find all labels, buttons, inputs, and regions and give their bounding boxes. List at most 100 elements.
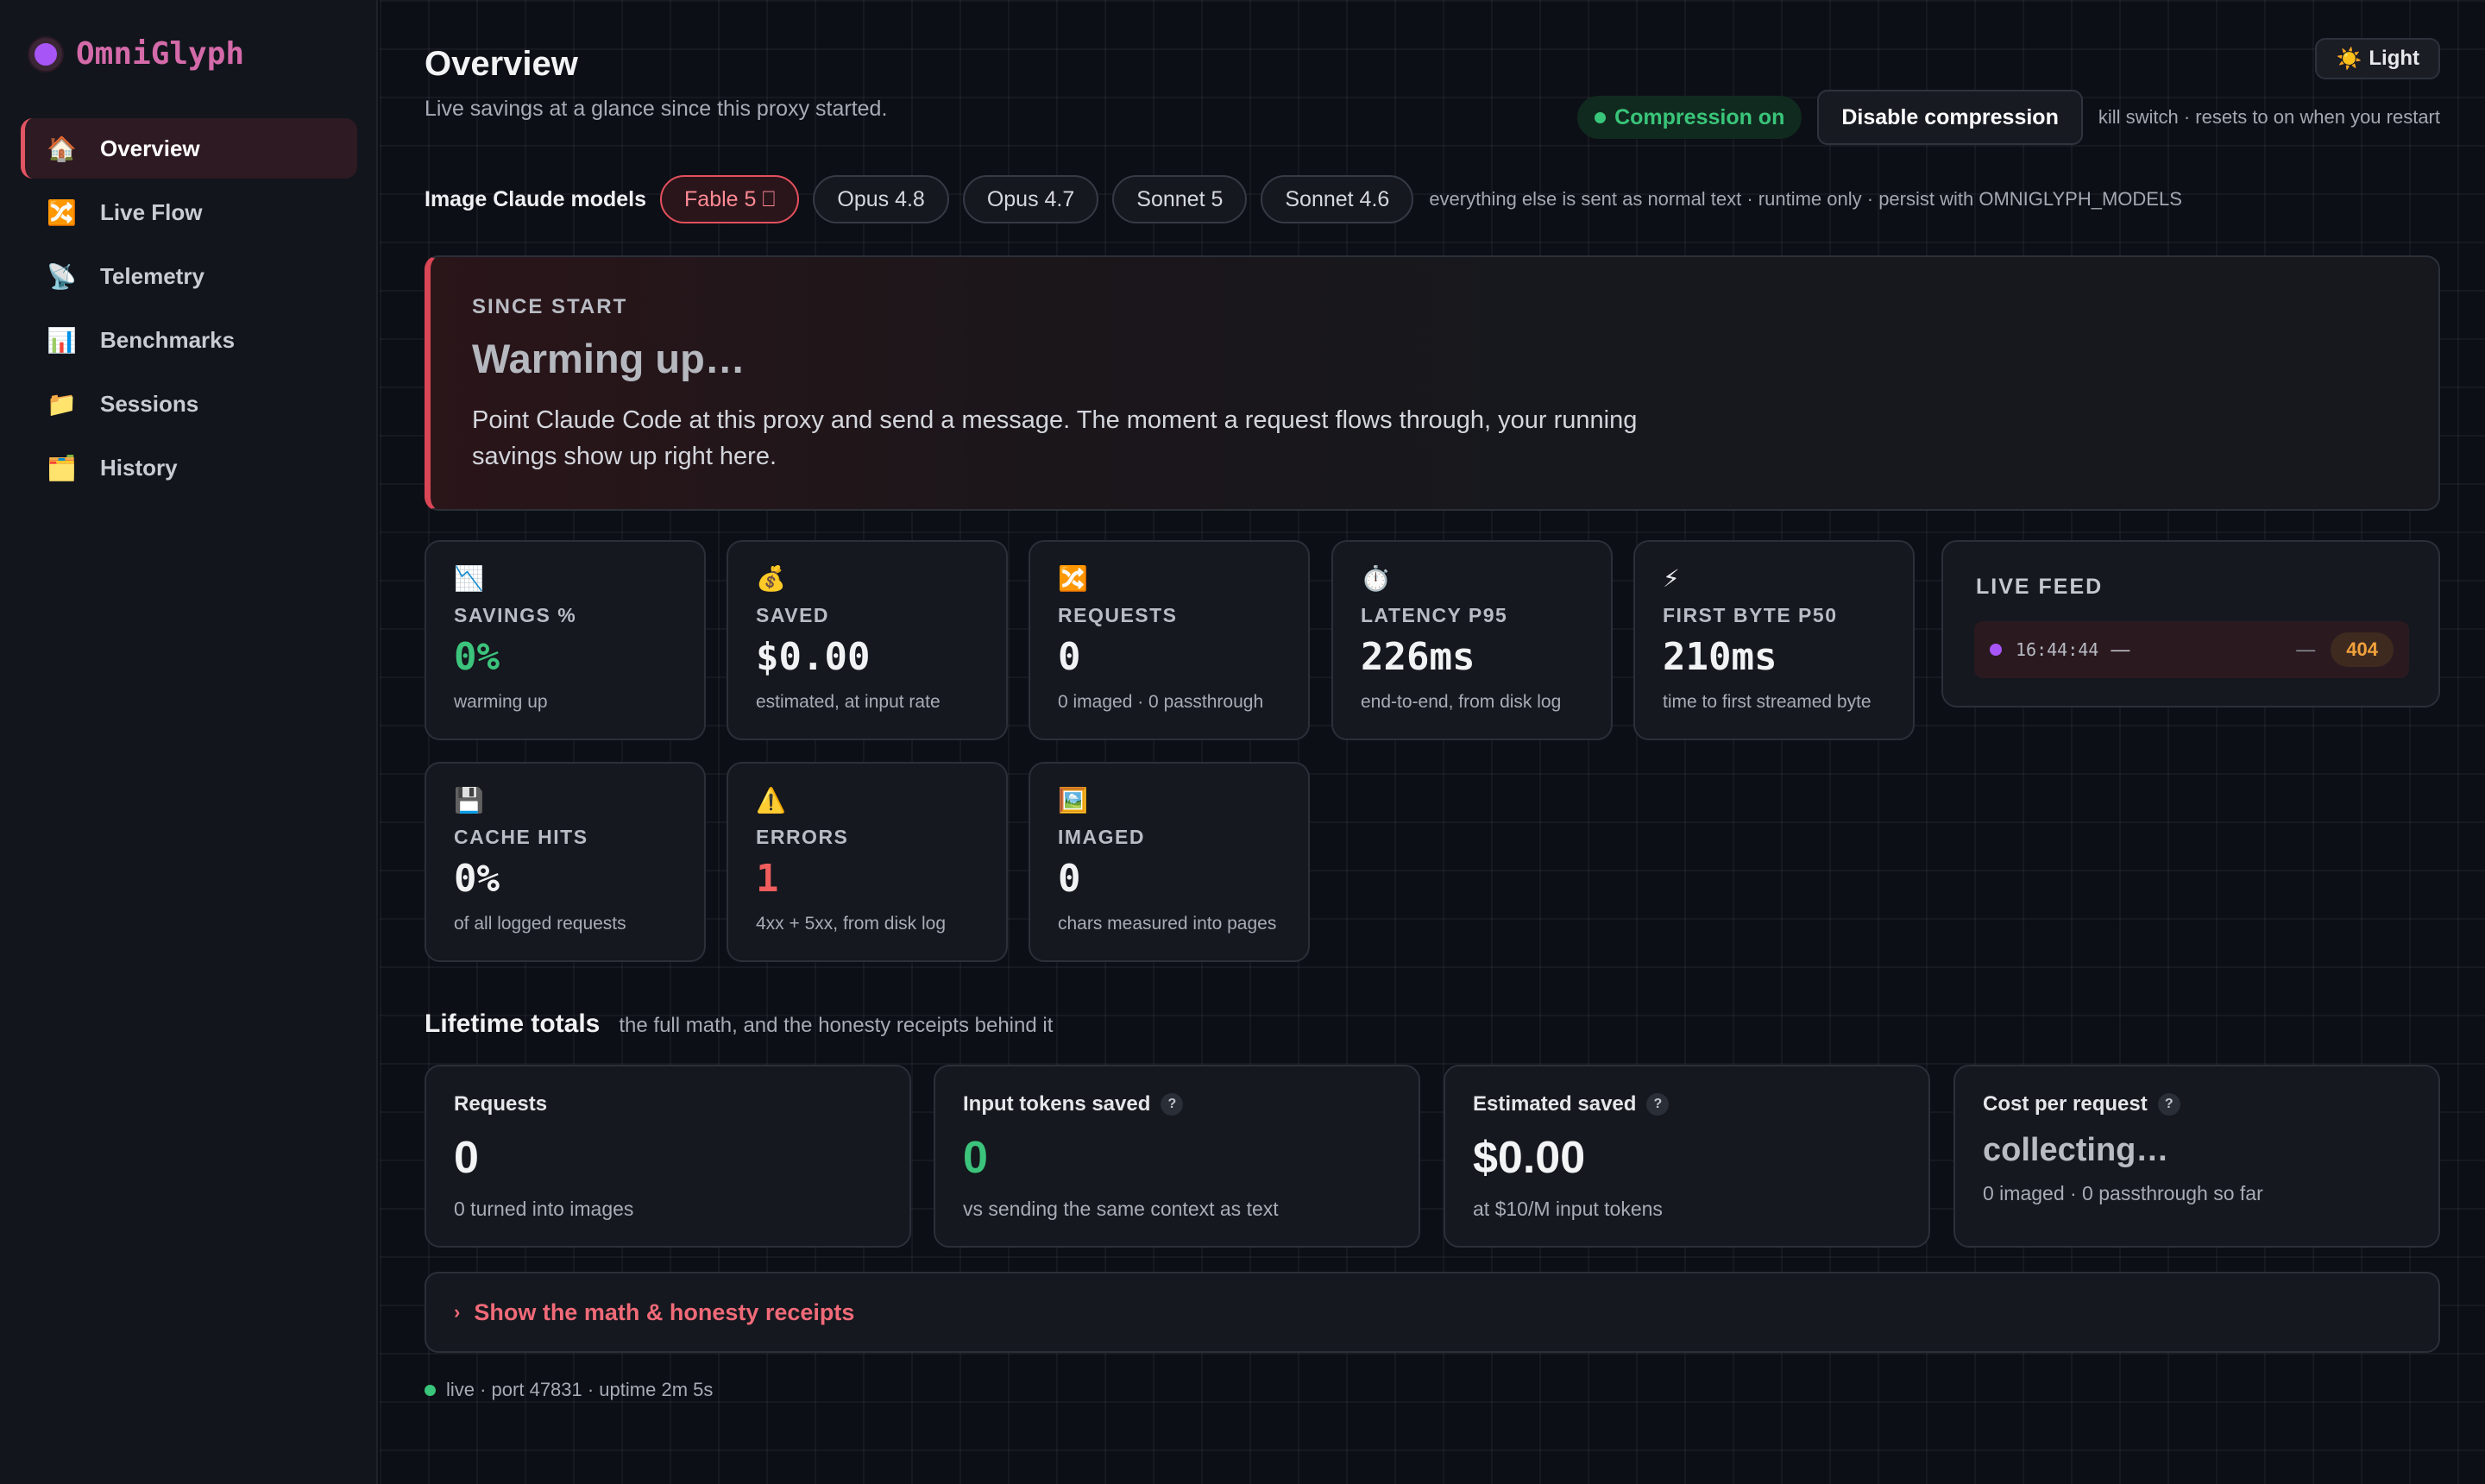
page-title: Overview: [425, 45, 578, 83]
lifetime-card-value: $0.00: [1473, 1133, 1586, 1183]
sidebar-nav: 🏠 Overview 🔀 Live Flow 📡 Telemetry 📊 Ben…: [21, 118, 357, 501]
lifetime-card-value: 0: [454, 1133, 479, 1183]
sidebar-item-benchmarks[interactable]: 📊 Benchmarks: [21, 310, 357, 370]
help-icon[interactable]: ?: [1646, 1093, 1670, 1116]
stat-value: 0: [1058, 857, 1081, 901]
stat-value: $0.00: [756, 635, 871, 679]
stat-sub: of all logged requests: [454, 914, 626, 934]
feed-dot-icon: [1990, 644, 2002, 656]
stat-value: 226ms: [1361, 635, 1475, 679]
feed-entry-status-badge: 404: [2331, 632, 2394, 667]
banner-kicker: SINCE START: [472, 295, 628, 318]
lifetime-card-label: Input tokens saved ?: [963, 1092, 1184, 1116]
stat-sub: end-to-end, from disk log: [1361, 692, 1562, 712]
feed-entry-savings: —: [2296, 638, 2316, 660]
lifetime-card-label-text: Estimated saved: [1473, 1092, 1637, 1116]
stat-card-imaged: 🖼️ IMAGED 0 chars measured into pages: [1029, 762, 1310, 962]
live-feed-title: LIVE FEED: [1976, 575, 2104, 599]
shuffle-icon: 🔀: [47, 198, 77, 226]
sidebar-item-live-flow[interactable]: 🔀 Live Flow: [21, 182, 357, 242]
status-dot-icon: [1595, 111, 1607, 123]
lifetime-card-input-tokens-saved: Input tokens saved ? 0 vs sending the sa…: [934, 1065, 1420, 1248]
model-selector-note: everything else is sent as normal text ·…: [1429, 188, 2182, 210]
theme-toggle-button[interactable]: ☀️ Light: [2315, 38, 2440, 79]
model-chip-sonnet-5[interactable]: Sonnet 5: [1112, 175, 1248, 223]
sidebar-item-label: Benchmarks: [100, 326, 236, 353]
stat-card-errors: ⚠️ ERRORS 1 4xx + 5xx, from disk log: [727, 762, 1008, 962]
stat-label: REQUESTS: [1058, 604, 1178, 626]
stat-sub: 4xx + 5xx, from disk log: [756, 914, 946, 934]
stat-value: 1: [756, 857, 779, 901]
lifetime-card-sub: 0 turned into images: [454, 1198, 634, 1220]
lifetime-card-value: collecting…: [1983, 1132, 2169, 1168]
stat-sub: warming up: [454, 692, 548, 712]
help-icon[interactable]: ?: [2157, 1093, 2180, 1116]
brand[interactable]: OmniGlyph: [29, 36, 244, 72]
model-chip-sonnet-4-6[interactable]: Sonnet 4.6: [1261, 175, 1414, 223]
lifetime-card-label: Requests: [454, 1092, 547, 1116]
compression-note: kill switch · resets to on when you rest…: [2098, 106, 2440, 128]
lifetime-card-cost-per-request: Cost per request ? collecting… 0 imaged …: [1953, 1065, 2440, 1248]
stat-card-cache-hits: 💾 CACHE HITS 0% of all logged requests: [425, 762, 706, 962]
stat-sub: estimated, at input rate: [756, 692, 941, 712]
status-footer-text: live · port 47831 · uptime 2m 5s: [446, 1379, 714, 1400]
lifetime-card-sub: vs sending the same context as text: [963, 1198, 1279, 1220]
stat-card-savings: 📉 SAVINGS % 0% warming up: [425, 540, 706, 740]
stat-card-first-byte-p50: ⚡ FIRST BYTE P50 210ms time to first str…: [1633, 540, 1915, 740]
card-box-icon: 🗂️: [47, 454, 77, 481]
stat-value: 0: [1058, 635, 1081, 679]
lifetime-subtitle: the full math, and the honesty receipts …: [619, 1014, 1054, 1037]
stat-value: 210ms: [1663, 635, 1777, 679]
sidebar-item-label: Telemetry: [100, 262, 204, 289]
lifetime-card-label: Cost per request ?: [1983, 1092, 2180, 1116]
floppy-disk-icon: 💾: [454, 787, 484, 814]
sidebar-item-label: Live Flow: [100, 198, 203, 225]
satellite-icon: 📡: [47, 262, 77, 290]
live-status-dot-icon: [425, 1384, 436, 1396]
stat-sub: time to first streamed byte: [1663, 692, 1872, 712]
lifetime-card-label-text: Input tokens saved: [963, 1092, 1151, 1116]
brand-name: OmniGlyph: [76, 36, 245, 72]
stat-label: LATENCY P95: [1361, 604, 1508, 626]
feed-entry-model: —: [2111, 638, 2130, 660]
lightning-icon: ⚡: [1663, 565, 1680, 592]
shuffle-icon: 🔀: [1058, 565, 1088, 592]
disable-compression-button[interactable]: Disable compression: [1817, 90, 2083, 145]
lifetime-title: Lifetime totals: [425, 1009, 601, 1038]
show-math-receipts-toggle[interactable]: › Show the math & honesty receipts: [425, 1272, 2440, 1353]
live-feed-panel: LIVE FEED 16:44:44 — — 404: [1941, 540, 2440, 707]
brand-logo-icon: [29, 37, 62, 71]
stat-label: CACHE HITS: [454, 826, 588, 848]
help-icon[interactable]: ?: [1161, 1093, 1184, 1116]
model-selector: Image Claude models Fable 5 ⎕ Opus 4.8 O…: [425, 175, 2182, 223]
stat-label: SAVED: [756, 604, 830, 626]
compression-controls: Compression on Disable compression kill …: [1577, 90, 2440, 145]
lifetime-card-value: 0: [963, 1133, 988, 1183]
framed-picture-icon: 🖼️: [1058, 787, 1088, 814]
lifetime-card-sub: 0 imaged · 0 passthrough so far: [1983, 1182, 2263, 1204]
stat-card-saved: 💰 SAVED $0.00 estimated, at input rate: [727, 540, 1008, 740]
lifetime-card-label-text: Cost per request: [1983, 1092, 2148, 1116]
sidebar-item-history[interactable]: 🗂️ History: [21, 437, 357, 498]
since-start-banner: SINCE START Warming up… Point Claude Cod…: [425, 255, 2440, 511]
stat-value: 0%: [454, 857, 500, 901]
stat-label: IMAGED: [1058, 826, 1145, 848]
model-chip-opus-4-7[interactable]: Opus 4.7: [962, 175, 1099, 223]
sidebar-item-label: History: [100, 454, 178, 481]
model-chip-fable-5[interactable]: Fable 5 ⎕: [660, 175, 800, 223]
sidebar-item-overview[interactable]: 🏠 Overview: [21, 118, 357, 179]
sidebar-item-sessions[interactable]: 📁 Sessions: [21, 374, 357, 434]
model-chip-opus-4-8[interactable]: Opus 4.8: [813, 175, 949, 223]
sidebar: OmniGlyph 🏠 Overview 🔀 Live Flow 📡 Telem…: [0, 0, 378, 1484]
receipts-toggle-label: Show the math & honesty receipts: [474, 1298, 855, 1325]
theme-toggle-label: Light: [2369, 47, 2419, 70]
chart-down-icon: 📉: [454, 565, 484, 592]
sidebar-item-telemetry[interactable]: 📡 Telemetry: [21, 246, 357, 306]
stat-card-latency-p95: ⏱️ LATENCY P95 226ms end-to-end, from di…: [1331, 540, 1613, 740]
status-footer: live · port 47831 · uptime 2m 5s: [425, 1379, 713, 1401]
live-feed-entry[interactable]: 16:44:44 — — 404: [1974, 621, 2409, 678]
stat-value: 0%: [454, 635, 500, 679]
stat-card-requests: 🔀 REQUESTS 0 0 imaged · 0 passthrough: [1029, 540, 1310, 740]
house-icon: 🏠: [47, 135, 77, 162]
sidebar-item-label: Sessions: [100, 390, 199, 417]
